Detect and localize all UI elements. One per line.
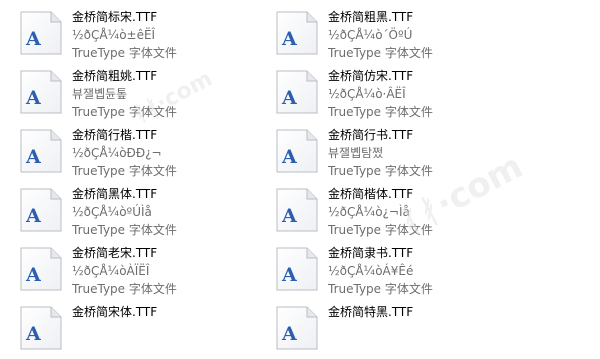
truetype-font-file-icon: A	[274, 246, 320, 292]
file-subtitle: ½ðÇÅ¼ò¿¬Ìå	[328, 205, 410, 219]
file-name: 金桥简宋体.TTF	[72, 305, 158, 319]
file-type: TrueType 字体文件	[328, 46, 433, 60]
truetype-font-file-icon: A	[18, 128, 64, 174]
svg-text:A: A	[281, 87, 297, 109]
file-subtitle: ½ðÇÅ¼ò±êËÎ	[72, 28, 156, 42]
file-subtitle: ½ðÇÅ¼òÀÏËÎ	[72, 264, 150, 278]
svg-text:A: A	[25, 323, 41, 345]
file-subtitle: ½ðÇÅ¼ò´ÖºÚ	[328, 28, 413, 42]
file-type: TrueType 字体文件	[328, 164, 433, 178]
truetype-font-file-icon: A	[274, 69, 320, 115]
file-name: 金桥简黑体.TTF	[72, 187, 158, 201]
file-subtitle: 뷰잴볩탐쩠	[328, 146, 384, 160]
truetype-font-file-icon: A	[18, 187, 64, 233]
file-type: TrueType 字体文件	[72, 282, 177, 296]
file-name: 金桥简标宋.TTF	[72, 10, 158, 24]
file-subtitle: ½ðÇÅ¼òÐÐ¿¬	[72, 146, 162, 160]
truetype-font-file-icon: A	[18, 305, 64, 351]
svg-text:A: A	[281, 264, 297, 286]
file-type: TrueType 字体文件	[328, 282, 433, 296]
file-type: TrueType 字体文件	[72, 105, 177, 119]
svg-text:A: A	[281, 205, 297, 227]
svg-text:A: A	[25, 264, 41, 286]
file-name: 金桥简老宋.TTF	[72, 246, 158, 260]
truetype-font-file-icon: A	[274, 128, 320, 174]
svg-text:A: A	[25, 28, 41, 50]
file-name: 金桥简隶书.TTF	[328, 246, 414, 260]
file-subtitle: ½ðÇÅ¼ò·ÂËÎ	[328, 87, 406, 101]
file-list: A 金桥简标宋.TTF ½ðÇÅ¼ò±êËÎ TrueType 字体文件 A 金…	[0, 0, 600, 350]
truetype-font-file-icon: A	[18, 69, 64, 115]
file-name: 金桥简粗黑.TTF	[328, 10, 414, 24]
file-subtitle: ½ðÇÅ¼òºÚÌå	[72, 205, 152, 219]
truetype-font-file-icon: A	[18, 10, 64, 56]
svg-text:A: A	[25, 205, 41, 227]
truetype-font-file-icon: A	[274, 10, 320, 56]
file-subtitle: ½ðÇÅ¼òÁ¥Êé	[328, 264, 414, 278]
svg-text:A: A	[281, 28, 297, 50]
file-type: TrueType 字体文件	[72, 223, 177, 237]
file-name: 金桥简行书.TTF	[328, 128, 414, 142]
file-subtitle: 뷰잴볩듄톺	[72, 87, 128, 101]
svg-text:A: A	[281, 146, 297, 168]
file-name: 金桥简行楷.TTF	[72, 128, 158, 142]
truetype-font-file-icon: A	[18, 246, 64, 292]
svg-text:A: A	[25, 146, 41, 168]
file-type: TrueType 字体文件	[328, 223, 433, 237]
svg-text:A: A	[281, 323, 297, 345]
truetype-font-file-icon: A	[274, 187, 320, 233]
file-name: 金桥简仿宋.TTF	[328, 69, 414, 83]
svg-text:A: A	[25, 87, 41, 109]
file-type: TrueType 字体文件	[72, 46, 177, 60]
file-type: TrueType 字体文件	[72, 164, 177, 178]
file-name: 金桥简特黑.TTF	[328, 305, 414, 319]
file-name: 金桥简粗姚.TTF	[72, 69, 158, 83]
file-type: TrueType 字体文件	[328, 105, 433, 119]
file-name: 金桥简楷体.TTF	[328, 187, 414, 201]
truetype-font-file-icon: A	[274, 305, 320, 351]
